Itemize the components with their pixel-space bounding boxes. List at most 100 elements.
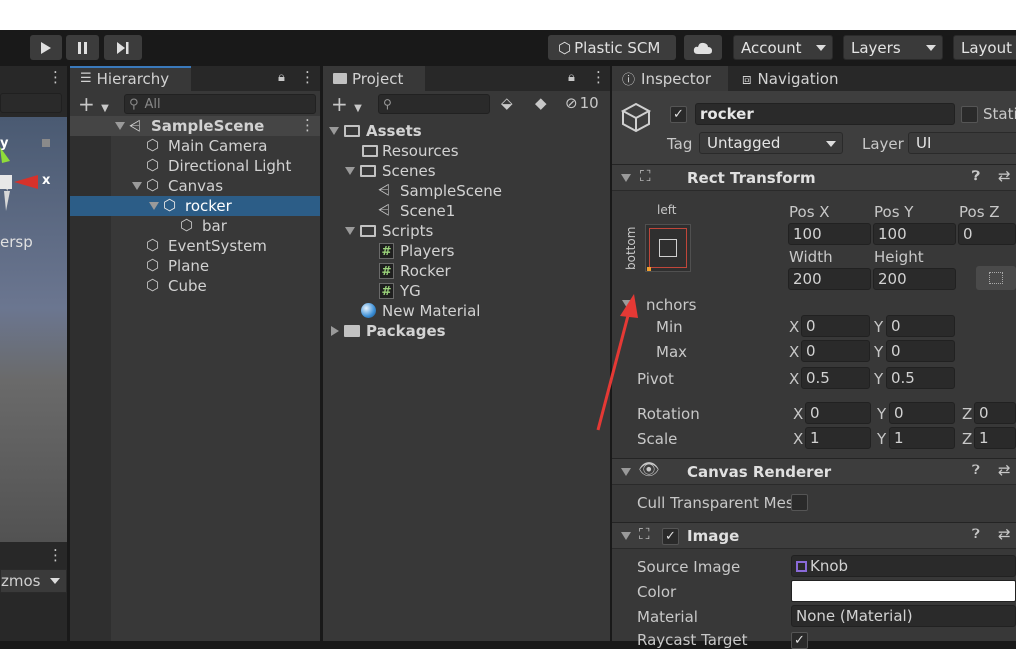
create-asset-button[interactable]: + ▼ — [331, 94, 362, 114]
lock-icon[interactable]: 🔒︎ — [568, 71, 575, 84]
project-item-packages[interactable]: Packages — [323, 321, 610, 341]
layers-dropdown[interactable]: Layers — [843, 35, 943, 60]
pause-button[interactable] — [66, 35, 99, 60]
cloud-button[interactable] — [684, 35, 722, 60]
play-button[interactable] — [30, 35, 62, 60]
project-item-resources[interactable]: Resources — [323, 141, 610, 161]
min-x-input[interactable]: 0 — [801, 315, 870, 337]
lock-icon[interactable]: 🔒︎ — [278, 71, 285, 84]
tree-item-bar[interactable]: ⬡ bar — [70, 216, 320, 236]
project-item-rocker[interactable]: # Rocker — [323, 261, 610, 281]
gizmos-label: zmos — [1, 572, 41, 590]
rot-z-input[interactable]: 0 — [974, 402, 1016, 424]
rect-transform-header[interactable]: ⛶ Rect Transform ❓︎ ⇄ — [612, 164, 1016, 191]
presets-icon[interactable]: ⇄ — [998, 463, 1011, 478]
folder-icon — [362, 145, 378, 157]
height-input[interactable]: 200 — [873, 268, 956, 290]
scene-gizmo[interactable]: y x — [0, 129, 60, 229]
project-item-yg[interactable]: # YG — [323, 281, 610, 301]
tab-inspector-label: Inspector — [641, 69, 711, 88]
scale-y-input[interactable]: 1 — [889, 427, 955, 449]
project-item-assets[interactable]: Assets — [323, 121, 610, 141]
max-y-input[interactable]: 0 — [886, 340, 955, 362]
tree-item-canvas[interactable]: ⬡ Canvas — [70, 176, 320, 196]
project-item-scripts[interactable]: Scripts — [323, 221, 610, 241]
project-item-scenes[interactable]: Scenes — [323, 161, 610, 181]
filter-type-icon[interactable]: ⬙ — [501, 96, 513, 111]
cull-transparent-label: Cull Transparent Mes — [637, 494, 794, 512]
posz-input[interactable]: 0 — [958, 223, 1016, 245]
project-item-samplescene[interactable]: ⩤ SampleScene — [323, 181, 610, 201]
layer-dropdown[interactable]: UI — [908, 132, 1016, 154]
posy-input[interactable]: 100 — [873, 223, 956, 245]
anchor-presets-button[interactable] — [645, 224, 691, 272]
tree-item-cube[interactable]: ⬡ Cube — [70, 276, 320, 296]
scale-x-input[interactable]: 1 — [805, 427, 871, 449]
tag-dropdown[interactable]: Untagged — [699, 132, 843, 154]
canvas-renderer-header[interactable]: 👁︎ Canvas Renderer ❓︎ ⇄ — [612, 458, 1016, 485]
presets-icon[interactable]: ⇄ — [998, 527, 1011, 542]
project-search-input[interactable]: ⚲ — [378, 94, 490, 114]
rot-x-input[interactable]: 0 — [805, 402, 871, 424]
hidden-packages-toggle[interactable]: ⊘ 10 — [565, 96, 599, 111]
object-name-input[interactable]: rocker — [695, 103, 955, 125]
gizmos-dropdown[interactable]: zmos — [0, 569, 67, 593]
scale-z-input[interactable]: 1 — [974, 427, 1016, 449]
project-item-scene1[interactable]: ⩤ Scene1 — [323, 201, 610, 221]
fold-arrow-icon — [621, 532, 631, 540]
layout-dropdown[interactable]: Layout — [953, 35, 1016, 60]
presets-icon[interactable]: ⇄ — [998, 169, 1011, 184]
image-header[interactable]: ⛶ ✓ Image ❓︎ ⇄ — [612, 522, 1016, 549]
hierarchy-search-input[interactable]: ⚲ All — [124, 94, 316, 114]
tree-item-eventsystem[interactable]: ⬡ EventSystem — [70, 236, 320, 256]
cull-transparent-checkbox[interactable] — [791, 494, 808, 511]
menu-kebab-icon[interactable]: ⋮ — [48, 70, 63, 85]
static-checkbox[interactable] — [961, 106, 978, 123]
image-enabled-checkbox[interactable]: ✓ — [662, 528, 679, 545]
tab-navigation[interactable]: ⧈ Navigation — [732, 66, 862, 91]
tree-item-plane[interactable]: ⬡ Plane — [70, 256, 320, 276]
tree-item-main-camera[interactable]: ⬡ Main Camera — [70, 136, 320, 156]
pivot-y-input[interactable]: 0.5 — [886, 367, 955, 389]
min-y-input[interactable]: 0 — [886, 315, 955, 337]
game-menu-kebab-icon[interactable]: ⋮ — [48, 548, 63, 563]
gameobject-cube-icon[interactable] — [620, 101, 652, 133]
project-item-new-material[interactable]: New Material — [323, 301, 610, 321]
search-icon: ⚲ — [129, 96, 139, 112]
menu-kebab-icon[interactable]: ⋮ — [300, 70, 315, 85]
tab-hierarchy[interactable]: ☰ Hierarchy — [70, 66, 191, 91]
max-x-input[interactable]: 0 — [801, 340, 870, 362]
scene-viewport[interactable]: y x ersp — [0, 117, 67, 542]
plastic-scm-button[interactable]: ⬡ Plastic SCM — [548, 35, 676, 60]
source-image-field[interactable]: Knob — [791, 555, 1016, 577]
pivot-x-input[interactable]: 0.5 — [801, 367, 870, 389]
project-item-players[interactable]: # Players — [323, 241, 610, 261]
add-object-button[interactable]: + ▼ — [78, 94, 109, 114]
color-swatch[interactable] — [791, 580, 1016, 602]
posx-input[interactable]: 100 — [788, 223, 871, 245]
help-icon[interactable]: ❓︎ — [972, 170, 980, 183]
label-tag-icon[interactable]: ◆ — [535, 96, 547, 111]
material-field[interactable]: None (Material) — [791, 605, 1016, 627]
active-checkbox[interactable]: ✓ — [670, 106, 687, 123]
tree-item-directional-light[interactable]: ⬡ Directional Light — [70, 156, 320, 176]
step-button[interactable] — [104, 35, 142, 60]
help-icon[interactable]: ❓︎ — [972, 528, 980, 541]
blueprint-mode-button[interactable] — [976, 266, 1016, 290]
scene-search-field[interactable] — [0, 93, 62, 113]
cloud-icon — [693, 42, 712, 54]
help-icon[interactable]: ❓︎ — [972, 464, 980, 477]
tab-inspector[interactable]: ⓘ Inspector — [612, 66, 728, 91]
tree-item-samplescene[interactable]: ⩤ SampleScene ⋮ — [70, 116, 320, 136]
tree-item-rocker[interactable]: ⬡ rocker — [70, 196, 320, 216]
menu-kebab-icon[interactable]: ⋮ — [591, 70, 606, 85]
gameobject-cube-icon: ⬡ — [180, 216, 194, 234]
tab-project[interactable]: Project — [323, 66, 425, 91]
posz-value: 0 — [963, 225, 973, 243]
rot-y-input[interactable]: 0 — [889, 402, 955, 424]
menu-kebab-icon[interactable]: ⋮ — [300, 118, 315, 133]
width-input[interactable]: 200 — [788, 268, 871, 290]
canvas-renderer-title: Canvas Renderer — [687, 463, 832, 481]
tree-item-label: SampleScene — [151, 117, 265, 135]
account-dropdown[interactable]: Account — [733, 35, 833, 60]
